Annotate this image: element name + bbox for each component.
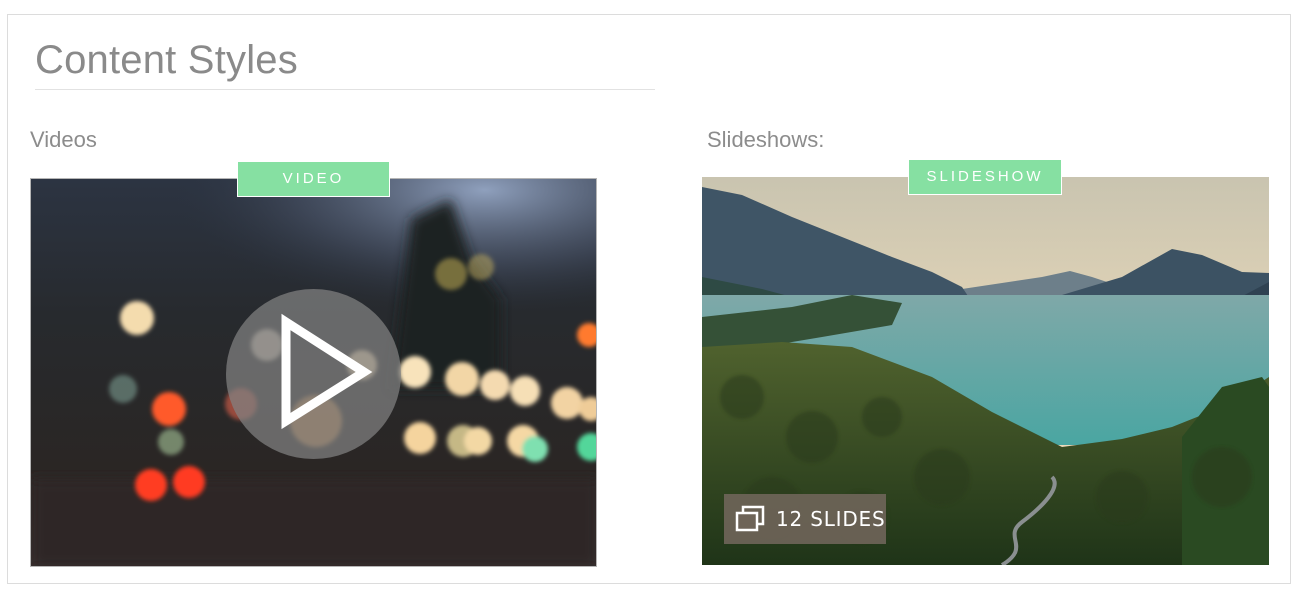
slideshow-thumbnail[interactable]: 12 SLIDES xyxy=(702,177,1269,565)
slides-count-badge: 12 SLIDES xyxy=(724,494,886,544)
play-icon xyxy=(281,313,373,430)
video-thumbnail[interactable] xyxy=(30,178,597,567)
slides-count-text: 12 SLIDES xyxy=(776,507,886,531)
slideshows-label: Slideshows: xyxy=(707,127,825,152)
page-title: Content Styles xyxy=(35,38,298,82)
title-divider xyxy=(35,89,655,90)
video-tag: VIDEO xyxy=(237,161,390,197)
slideshow-tag: SLIDESHOW xyxy=(908,159,1062,195)
slides-stack-icon xyxy=(735,505,765,532)
play-button[interactable] xyxy=(226,289,401,459)
videos-label: Videos xyxy=(30,127,97,152)
